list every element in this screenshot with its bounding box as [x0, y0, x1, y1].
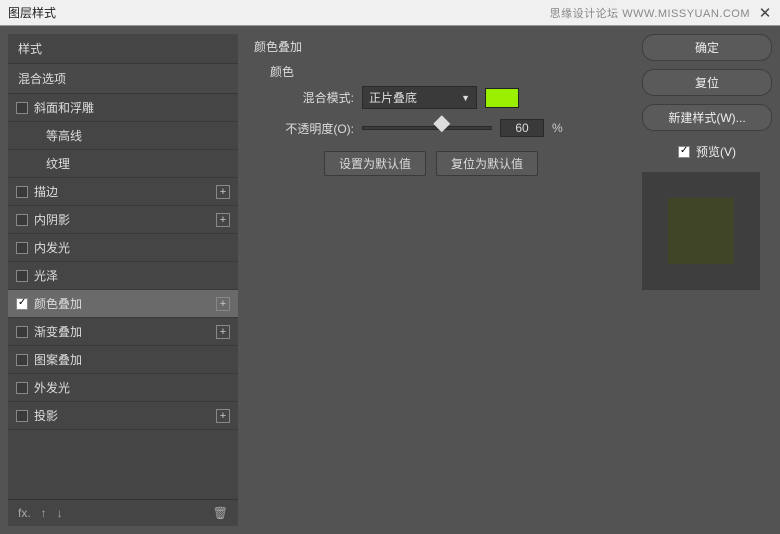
style-item[interactable]: 纹理 — [8, 150, 238, 178]
cancel-button[interactable]: 复位 — [642, 69, 772, 96]
style-item[interactable]: 光泽 — [8, 262, 238, 290]
right-column: 确定 复位 新建样式(W)... 预览(V) — [642, 34, 772, 526]
style-item[interactable]: 颜色叠加 + — [8, 290, 238, 318]
style-checkbox[interactable] — [16, 214, 28, 226]
style-item[interactable]: 投影 + — [8, 402, 238, 430]
style-item[interactable]: 内发光 — [8, 234, 238, 262]
style-item[interactable]: 斜面和浮雕 — [8, 94, 238, 122]
style-label: 等高线 — [46, 127, 82, 144]
section-title: 颜色叠加 — [254, 38, 626, 55]
slider-thumb[interactable] — [433, 115, 450, 132]
style-label: 斜面和浮雕 — [34, 99, 94, 116]
fx-icon[interactable]: fx. — [18, 506, 31, 520]
close-icon[interactable]: ✕ — [758, 6, 772, 20]
chevron-down-icon: ▼ — [461, 93, 470, 103]
style-item[interactable]: 外发光 — [8, 374, 238, 402]
style-item[interactable]: 渐变叠加 + — [8, 318, 238, 346]
style-label: 颜色叠加 — [34, 295, 82, 312]
opacity-unit: % — [552, 121, 563, 135]
style-checkbox[interactable] — [16, 102, 28, 114]
style-checkbox[interactable] — [16, 354, 28, 366]
main-panel: 颜色叠加 颜色 混合模式: 正片叠底 ▼ 不透明度(O): — [246, 34, 634, 526]
blend-mode-dropdown[interactable]: 正片叠底 ▼ — [362, 86, 477, 109]
style-checkbox[interactable] — [16, 298, 28, 310]
blend-mode-value: 正片叠底 — [369, 89, 417, 106]
style-checkbox[interactable] — [16, 270, 28, 282]
style-checkbox[interactable] — [16, 382, 28, 394]
blending-options-header[interactable]: 混合选项 — [8, 64, 238, 94]
preview-label: 预览(V) — [696, 143, 736, 160]
style-item[interactable]: 内阴影 + — [8, 206, 238, 234]
style-label: 渐变叠加 — [34, 323, 82, 340]
style-item[interactable]: 图案叠加 — [8, 346, 238, 374]
arrow-down-icon[interactable]: ↓ — [57, 506, 63, 520]
plus-icon[interactable]: + — [216, 213, 230, 227]
opacity-label: 不透明度(O): — [264, 120, 354, 137]
style-checkbox[interactable] — [16, 410, 28, 422]
make-default-button[interactable]: 设置为默认值 — [324, 151, 426, 176]
opacity-slider[interactable] — [362, 126, 492, 130]
arrow-up-icon[interactable]: ↑ — [41, 506, 47, 520]
style-checkbox[interactable] — [16, 186, 28, 198]
opacity-input[interactable] — [500, 119, 544, 137]
style-label: 图案叠加 — [34, 351, 82, 368]
layer-style-dialog: 图层样式 思缘设计论坛 WWW.MISSYUAN.COM ✕ 样式 混合选项 斜… — [0, 0, 780, 534]
preview-swatch — [668, 198, 734, 264]
style-label: 纹理 — [46, 155, 70, 172]
style-label: 内发光 — [34, 239, 70, 256]
plus-icon[interactable]: + — [216, 409, 230, 423]
style-label: 内阴影 — [34, 211, 70, 228]
style-checkbox[interactable] — [16, 242, 28, 254]
color-swatch[interactable] — [485, 88, 519, 108]
style-label: 外发光 — [34, 379, 70, 396]
styles-header[interactable]: 样式 — [8, 34, 238, 64]
titlebar: 图层样式 思缘设计论坛 WWW.MISSYUAN.COM ✕ — [0, 0, 780, 26]
reset-default-button[interactable]: 复位为默认值 — [436, 151, 538, 176]
style-label: 光泽 — [34, 267, 58, 284]
ok-button[interactable]: 确定 — [642, 34, 772, 61]
plus-icon[interactable]: + — [216, 185, 230, 199]
style-item[interactable]: 等高线 — [8, 122, 238, 150]
blend-mode-label: 混合模式: — [264, 89, 354, 106]
plus-icon[interactable]: + — [216, 325, 230, 339]
preview-box — [642, 172, 760, 290]
sidebar-footer: fx. ↑ ↓ 🗑 — [8, 499, 238, 526]
window-title: 图层样式 — [8, 4, 56, 21]
style-checkbox[interactable] — [16, 326, 28, 338]
style-label: 投影 — [34, 407, 58, 424]
plus-icon[interactable]: + — [216, 297, 230, 311]
trash-icon[interactable]: 🗑 — [213, 506, 228, 520]
style-item[interactable]: 描边 + — [8, 178, 238, 206]
new-style-button[interactable]: 新建样式(W)... — [642, 104, 772, 131]
styles-sidebar: 样式 混合选项 斜面和浮雕等高线纹理描边 + 内阴影 + 内发光光泽颜色叠加 + 渐变叠加 +… — [8, 34, 238, 526]
sub-section-title: 颜色 — [270, 63, 616, 80]
watermark: 思缘设计论坛 WWW.MISSYUAN.COM — [550, 5, 750, 21]
preview-checkbox[interactable] — [678, 146, 690, 158]
style-label: 描边 — [34, 183, 58, 200]
